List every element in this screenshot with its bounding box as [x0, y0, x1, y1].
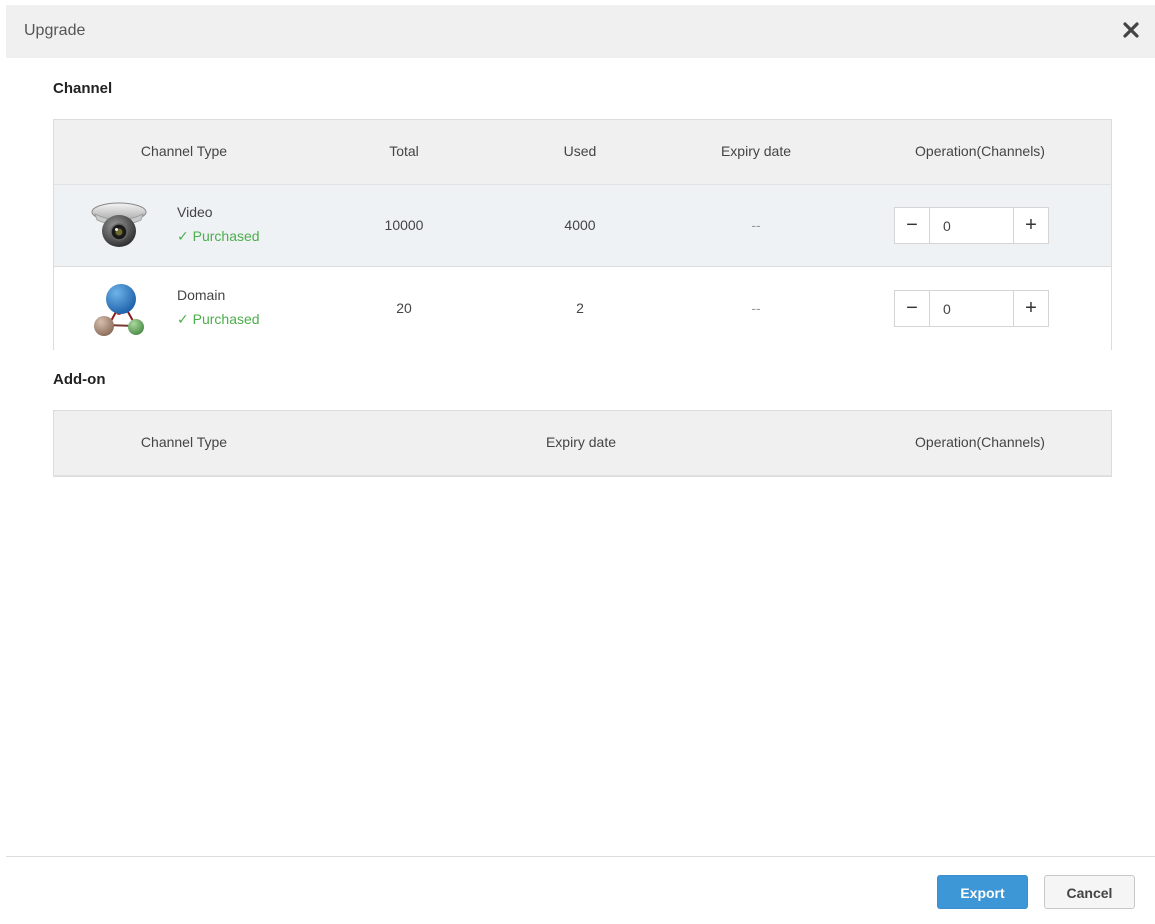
decrement-button[interactable]: −: [895, 208, 930, 243]
used-value: 4000: [564, 217, 596, 233]
channel-section-title: Channel: [53, 80, 113, 97]
channel-table: Channel Type Total Used Expiry date Oper…: [53, 119, 1112, 350]
quantity-stepper: − +: [894, 290, 1049, 327]
footer-divider: [6, 856, 1155, 857]
status-label: Purchased: [192, 228, 260, 244]
close-icon[interactable]: [1121, 20, 1141, 40]
column-header-total: Total: [389, 143, 419, 159]
checkmark-icon: ✓: [177, 228, 193, 244]
column-header-channel-type: Channel Type: [140, 434, 228, 450]
table-row: Video ✓ Purchased 10000 4000 -- − +: [54, 185, 1111, 267]
column-header-expiry-date: Expiry date: [720, 143, 792, 159]
cancel-button[interactable]: Cancel: [1044, 875, 1135, 909]
addon-table: Channel Type Expiry date Operation(Chann…: [53, 410, 1112, 477]
expiry-value: --: [751, 217, 761, 233]
decrement-button[interactable]: −: [895, 291, 930, 326]
status-purchased: ✓ Purchased: [177, 311, 260, 328]
column-header-used: Used: [563, 143, 597, 159]
total-value: 20: [396, 300, 412, 316]
upgrade-dialog: Upgrade Channel Channel Type Total Used …: [6, 5, 1155, 924]
status-label: Purchased: [192, 311, 260, 327]
column-header-channel-type: Channel Type: [140, 143, 228, 159]
column-header-operation: Operation(Channels): [915, 434, 1045, 450]
table-row: Domain ✓ Purchased 20 2 -- − +: [54, 268, 1111, 350]
total-value: 10000: [384, 217, 424, 233]
channel-name: Video: [177, 204, 213, 220]
increment-button[interactable]: +: [1013, 208, 1048, 243]
column-header-expiry-date: Expiry date: [545, 434, 617, 450]
checkmark-icon: ✓: [177, 311, 193, 327]
column-header-operation: Operation(Channels): [915, 143, 1045, 159]
channel-name: Domain: [177, 287, 226, 303]
status-purchased: ✓ Purchased: [177, 228, 260, 245]
quantity-stepper: − +: [894, 207, 1049, 244]
export-button[interactable]: Export: [937, 875, 1028, 909]
quantity-input[interactable]: [931, 208, 1012, 243]
camera-icon: [89, 198, 149, 256]
addon-table-header: Channel Type Expiry date Operation(Chann…: [54, 411, 1111, 476]
domain-icon: [89, 281, 149, 339]
increment-button[interactable]: +: [1013, 291, 1048, 326]
addon-section-title: Add-on: [53, 371, 106, 388]
dialog-titlebar: Upgrade: [6, 5, 1155, 58]
used-value: 2: [576, 300, 584, 316]
expiry-value: --: [751, 300, 761, 316]
quantity-input[interactable]: [931, 291, 1012, 326]
dialog-title: Upgrade: [24, 22, 86, 39]
channel-table-header: Channel Type Total Used Expiry date Oper…: [54, 120, 1111, 185]
